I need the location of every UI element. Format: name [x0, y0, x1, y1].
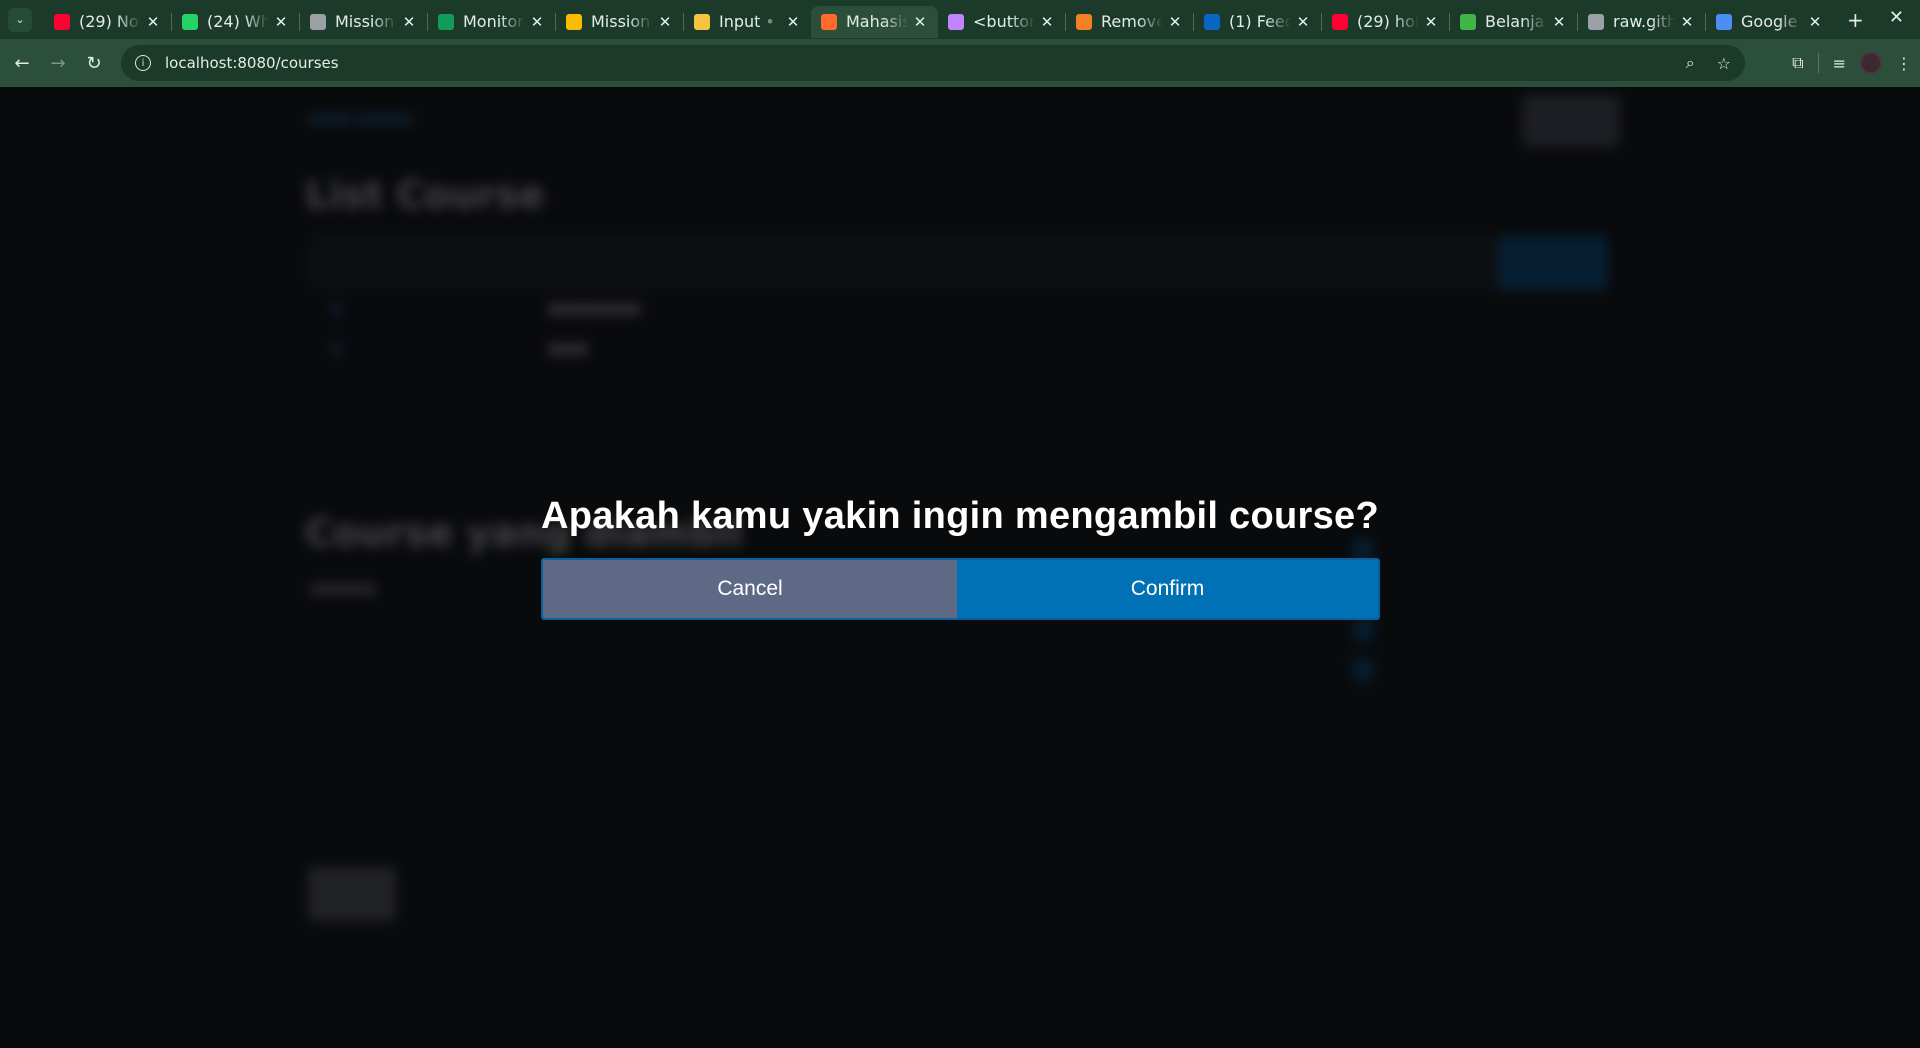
tab-title: Input • I	[719, 12, 781, 31]
tab-close-icon[interactable]: ✕	[1295, 13, 1311, 31]
tab-close-icon[interactable]: ✕	[912, 13, 928, 31]
zoom-magnifier-icon[interactable]: ⌕	[1686, 53, 1695, 73]
tab-close-icon[interactable]: ✕	[1551, 13, 1567, 31]
browser-tab[interactable]: Google ✕	[1706, 6, 1833, 38]
confirm-dialog-actions: Cancel Confirm	[541, 558, 1380, 620]
browser-tab[interactable]: Input • I ✕	[684, 6, 811, 38]
browser-tab[interactable]: Monitor ✕	[428, 6, 555, 38]
media-controls-icon[interactable]: ≡	[1833, 54, 1846, 73]
tab-title: Mission	[335, 12, 395, 31]
back-arrow-icon[interactable]: ←	[4, 45, 40, 81]
browser-tab[interactable]: Mahasis ✕	[811, 5, 938, 38]
extensions-puzzle-icon[interactable]: ⧉	[1792, 53, 1803, 73]
url-text[interactable]: localhost:8080/courses	[165, 54, 339, 72]
tab-close-icon[interactable]: ✕	[657, 13, 673, 31]
tab-close-icon[interactable]: ✕	[529, 13, 545, 31]
address-bar[interactable]: i localhost:8080/courses ⌕ ☆	[121, 45, 1745, 81]
new-tab-plus-icon[interactable]: +	[1847, 8, 1864, 32]
tab-list: (29) No ✕ (24) Wh ✕ Mission ✕ Monitor ✕ Mission ✕…	[44, 2, 1833, 38]
gemini-icon	[1716, 13, 1732, 30]
tab-close-icon[interactable]: ✕	[1039, 13, 1055, 31]
whatsapp-icon	[182, 13, 198, 30]
browser-tab[interactable]: Remove ✕	[1066, 6, 1193, 38]
flame-icon	[821, 13, 837, 30]
confirm-button[interactable]: Confirm	[957, 560, 1378, 618]
tab-close-icon[interactable]: ✕	[273, 13, 289, 31]
confirm-dialog-title: Apakah kamu yakin ingin mengambil course…	[541, 495, 1379, 537]
browser-tab[interactable]: (24) Wh ✕	[172, 6, 299, 38]
browser-tab[interactable]: (29) hol ✕	[1322, 6, 1449, 38]
profile-avatar[interactable]	[1860, 52, 1882, 74]
tab-close-icon[interactable]: ✕	[1679, 13, 1695, 31]
tab-title: Google	[1741, 12, 1798, 31]
sheets-icon	[438, 13, 454, 30]
browser-tab[interactable]: <button ✕	[938, 6, 1065, 38]
tab-title: raw.gith	[1613, 12, 1675, 31]
browser-tab[interactable]: raw.gith ✕	[1578, 6, 1705, 38]
youtube-icon	[54, 13, 70, 30]
browser-tab[interactable]: Belanja ✕	[1450, 6, 1577, 38]
cancel-button[interactable]: Cancel	[543, 560, 957, 618]
tab-title: <button	[973, 12, 1035, 31]
globe-icon	[1588, 13, 1604, 30]
drive-icon	[566, 13, 582, 30]
site-info-icon[interactable]: i	[135, 55, 151, 71]
tab-title: (29) hol	[1357, 12, 1419, 31]
tab-search-chevron-icon[interactable]: ⌄	[8, 7, 32, 32]
browser-tab[interactable]: (29) No ✕	[44, 6, 171, 38]
toolbar-divider	[1817, 53, 1819, 73]
tab-close-icon[interactable]: ✕	[401, 13, 417, 31]
menu-kebab-icon[interactable]: ⋮	[1896, 54, 1912, 73]
tab-strip: ⌄ (29) No ✕ (24) Wh ✕ Mission ✕ Monitor ✕ Missio…	[0, 0, 1920, 39]
tab-title: Remove	[1101, 12, 1163, 31]
tab-close-icon[interactable]: ✕	[1167, 13, 1183, 31]
browser-tab[interactable]: (1) Feed ✕	[1194, 6, 1321, 38]
tab-close-icon[interactable]: ✕	[1423, 13, 1439, 31]
window-close-icon[interactable]: ✕	[1889, 7, 1904, 28]
browser-tab[interactable]: Mission ✕	[556, 6, 683, 38]
tab-title: Mission	[591, 12, 651, 31]
tab-close-icon[interactable]: ✕	[145, 13, 161, 31]
m-logo-icon	[948, 13, 964, 30]
image-icon	[310, 13, 326, 30]
tab-title: Mahasis	[846, 12, 908, 31]
linkedin-icon	[1204, 13, 1220, 30]
tab-title: Belanja	[1485, 12, 1545, 31]
tab-close-icon[interactable]: ✕	[1807, 13, 1823, 31]
bookmark-star-icon[interactable]: ☆	[1717, 54, 1731, 73]
tab-title: (29) No	[79, 12, 139, 31]
tokopedia-icon	[1460, 13, 1476, 30]
tab-close-icon[interactable]: ✕	[785, 13, 801, 31]
reload-icon[interactable]: ↻	[76, 45, 112, 81]
tab-title: Monitor	[463, 12, 524, 31]
youtube-icon	[1332, 13, 1348, 30]
stackoverflow-icon	[1076, 13, 1092, 30]
tab-title: (24) Wh	[207, 12, 269, 31]
browser-toolbar: ← → ↻ i localhost:8080/courses ⌕ ☆ ⧉ ≡ ⋮	[0, 39, 1920, 87]
tab-title: (1) Feed	[1229, 12, 1291, 31]
sparkle-icon	[694, 13, 710, 30]
forward-arrow-icon[interactable]: →	[40, 45, 76, 81]
browser-tab[interactable]: Mission ✕	[300, 6, 427, 38]
